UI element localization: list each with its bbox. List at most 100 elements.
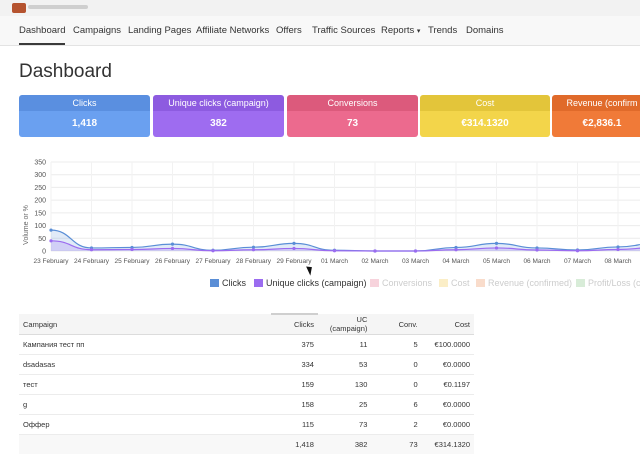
total-cost: €314.1320 (421, 434, 474, 454)
conversions-card[interactable]: Conversions 73 (287, 95, 418, 137)
cell-cost: €0.1197 (421, 374, 474, 395)
clicks-card-label: Clicks (19, 95, 150, 111)
nav-landing-pages[interactable]: Landing Pages (128, 16, 191, 45)
data-point (292, 246, 296, 251)
app-logo-text (28, 5, 88, 9)
page-title: Dashboard (19, 61, 112, 82)
cell-conv: 2 (371, 414, 422, 435)
data-point (130, 247, 134, 252)
table-row[interactable]: dsadasas 334 53 0 €0.0000 (19, 354, 474, 375)
nav-reports[interactable]: Reports ▾ (381, 16, 420, 45)
main-navigation: Dashboard Campaigns Landing Pages Affili… (0, 16, 640, 46)
nav-reports-label: Reports (381, 25, 415, 36)
nav-campaigns[interactable]: Campaigns (73, 16, 121, 45)
legend-revenue-label: Revenue (confirmed) (488, 278, 573, 288)
col-campaign[interactable]: Campaign (19, 314, 272, 335)
x-tick-label: 01 March (321, 258, 348, 265)
revenue-card-value: €2,836.1 (552, 111, 640, 137)
table-row[interactable]: тест 159 130 0 €0.1197 (19, 374, 474, 395)
browser-top-strip (0, 0, 640, 16)
x-tick-label: 07 March (564, 258, 591, 265)
nav-dashboard[interactable]: Dashboard (19, 16, 66, 45)
x-tick-label: 04 March (442, 258, 469, 265)
data-point (373, 249, 377, 253)
cell-clicks: 115 (271, 414, 318, 435)
data-point (49, 228, 53, 232)
cell-campaign: dsadasas (19, 354, 272, 375)
traffic-chart: 350 300 250 200 150 100 50 0 23 February 24 Febr… (23, 160, 640, 265)
clicks-card[interactable]: Clicks 1,418 (19, 95, 150, 137)
col-conversions[interactable]: Conv. (371, 314, 422, 335)
cost-card-label: Cost (420, 95, 550, 111)
cell-campaign: тест (19, 374, 272, 395)
legend-unique-clicks-swatch (254, 279, 263, 287)
chart-x-ticks: 23 February 24 February 25 February 26 Febr… (33, 258, 631, 265)
col-cost[interactable]: Cost (421, 314, 474, 335)
cost-card[interactable]: Cost €314.1320 (420, 95, 550, 137)
y-tick-label: 300 (34, 172, 46, 179)
cell-uc: 11 (317, 334, 372, 355)
cell-campaign: Оффер (19, 414, 272, 435)
chart-grid (50, 161, 640, 252)
cell-clicks: 159 (271, 374, 318, 395)
app-logo-icon[interactable] (12, 3, 26, 13)
revenue-card[interactable]: Revenue (confirm €2,836.1 (552, 95, 640, 137)
unique-clicks-card-label: Unique clicks (campaign) (153, 95, 284, 111)
x-tick-label: 02 March (361, 258, 388, 265)
x-tick-label: 06 March (523, 258, 550, 265)
data-point (49, 239, 53, 243)
x-tick-label: 28 February (236, 258, 272, 265)
cell-cost: €0.0000 (421, 414, 474, 435)
series-area (51, 230, 640, 251)
cell-cost: €100.0000 (421, 334, 474, 355)
legend-clicks-swatch (210, 279, 219, 287)
chart-y-axis-label: Volume or % (23, 205, 30, 245)
data-point (292, 241, 296, 245)
total-conv: 73 (371, 434, 422, 454)
data-point (211, 249, 215, 253)
cell-conv: 5 (371, 334, 422, 355)
total-uc: 382 (317, 434, 372, 454)
nav-affiliate-networks[interactable]: Affiliate Networks (196, 16, 269, 45)
data-point (494, 241, 499, 245)
nav-domains[interactable]: Domains (466, 16, 504, 45)
col-clicks[interactable]: Clicks (271, 313, 318, 335)
y-tick-label: 250 (34, 185, 46, 192)
legend-revenue-swatch (476, 279, 485, 287)
unique-clicks-card-value: 382 (153, 111, 284, 137)
legend-unique-clicks[interactable]: Unique clicks (campaign) (254, 278, 367, 288)
y-tick-label: 350 (34, 160, 46, 167)
cell-cost: €0.0000 (421, 394, 474, 415)
legend-profit-loss[interactable]: Profit/Loss (c (576, 278, 640, 288)
table-row[interactable]: Оффер 115 73 2 €0.0000 (19, 414, 474, 435)
cell-uc: 53 (317, 354, 372, 375)
table-row[interactable]: Кампания тест пп 375 11 5 €100.0000 (19, 334, 474, 355)
x-tick-label: 25 February (114, 258, 150, 265)
y-tick-label: 50 (38, 236, 46, 243)
col-uc-campaign[interactable]: UC (campaign) (317, 314, 372, 335)
legend-cost-label: Cost (451, 278, 470, 288)
nav-trends[interactable]: Trends (428, 16, 457, 45)
data-point (494, 246, 499, 250)
cell-conv: 6 (371, 394, 422, 415)
nav-traffic-sources[interactable]: Traffic Sources (312, 16, 375, 45)
x-tick-label: 05 March (483, 258, 510, 265)
legend-profit-loss-swatch (576, 279, 585, 287)
unique-clicks-card[interactable]: Unique clicks (campaign) 382 (153, 95, 284, 137)
cell-uc: 73 (317, 414, 372, 435)
legend-conversions[interactable]: Conversions (370, 278, 432, 288)
legend-cost[interactable]: Cost (439, 278, 470, 288)
table-row[interactable]: g 158 25 6 €0.0000 (19, 394, 474, 415)
x-tick-label: 27 February (195, 258, 231, 265)
cell-conv: 0 (371, 354, 422, 375)
cell-uc: 130 (317, 374, 372, 395)
chevron-down-icon: ▾ (416, 28, 421, 35)
cell-campaign: g (19, 394, 272, 415)
legend-clicks[interactable]: Clicks (210, 278, 246, 288)
data-point (170, 246, 175, 251)
legend-revenue[interactable]: Revenue (confirmed) (476, 278, 572, 288)
data-point (170, 242, 175, 246)
data-point (454, 248, 458, 252)
nav-offers[interactable]: Offers (276, 16, 302, 45)
data-point (535, 248, 539, 252)
